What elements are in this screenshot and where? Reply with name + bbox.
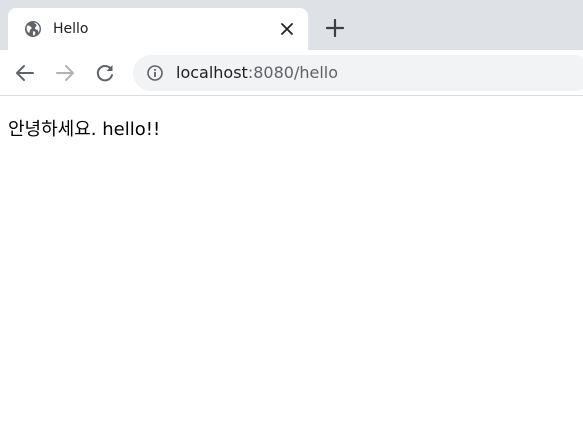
reload-icon[interactable]: [93, 61, 117, 85]
tab-strip: Hello: [0, 0, 583, 50]
globe-icon: [24, 20, 42, 38]
tab-title: Hello: [53, 21, 89, 37]
arrow-left-icon[interactable]: [13, 61, 37, 85]
url-path: :8080/hello: [247, 63, 338, 82]
plus-icon[interactable]: [322, 15, 348, 41]
close-icon[interactable]: [278, 20, 296, 38]
arrow-right-icon[interactable]: [53, 61, 77, 85]
url-text[interactable]: localhost:8080/hello: [176, 63, 338, 83]
info-icon[interactable]: [146, 64, 164, 82]
tab-hello[interactable]: Hello: [8, 8, 308, 50]
address-bar[interactable]: localhost:8080/hello: [133, 55, 583, 91]
url-host: localhost: [176, 63, 248, 82]
browser-toolbar: localhost:8080/hello: [0, 50, 583, 96]
page-text: 안녕하세요. hello!!: [8, 119, 161, 140]
page-content: 안녕하세요. hello!!: [0, 97, 583, 446]
